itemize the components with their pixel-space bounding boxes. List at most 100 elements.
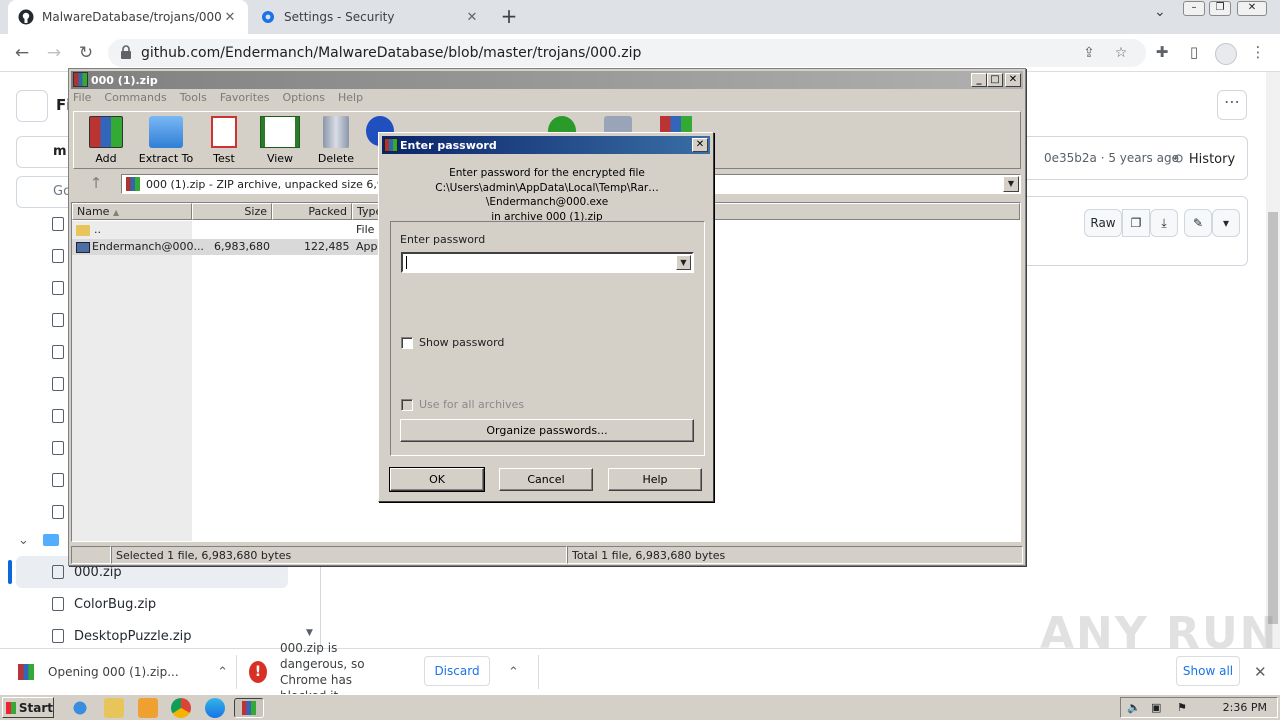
download-bar: Opening 000 (1).zip... ⌃ ! 000.zip is da… — [0, 641, 1280, 703]
raw-button[interactable]: Raw — [1084, 209, 1122, 237]
menu-file[interactable]: File — [73, 91, 91, 109]
help-button[interactable]: Help — [608, 468, 702, 491]
up-folder-arrow-icon[interactable]: ↑ — [77, 174, 115, 196]
bookmark-star-icon[interactable]: ☆ — [1112, 45, 1130, 63]
winrar-statusbar: Selected 1 file, 6,983,680 bytes Total 1… — [71, 546, 1023, 564]
download-icon[interactable]: ⤓ — [1150, 209, 1178, 237]
close-tab-icon[interactable]: ✕ — [222, 10, 238, 25]
profile-avatar-icon[interactable] — [1215, 43, 1237, 65]
chrome-menu-icon[interactable]: ⋮ — [1248, 43, 1268, 63]
page-scrollbar[interactable] — [1266, 72, 1280, 648]
test-button[interactable]: Test — [194, 116, 254, 165]
more-options-button[interactable]: ⋯ — [1217, 90, 1247, 120]
back-arrow-icon[interactable]: ← — [11, 42, 33, 64]
list-row-file[interactable]: Endermanch@000... 6,983,680 122,485 Appl — [72, 239, 382, 255]
winrar-task-button[interactable] — [234, 698, 264, 718]
volume-icon[interactable]: 🔈 — [1127, 701, 1141, 714]
collapse-sidebar-icon[interactable] — [16, 90, 48, 122]
forward-arrow-icon[interactable]: → — [43, 42, 65, 64]
show-password-checkbox[interactable]: Show password — [401, 336, 504, 349]
path-dropdown-arrow-icon[interactable]: ▼ — [1003, 176, 1019, 192]
branch-selector[interactable]: m — [16, 136, 76, 168]
chevron-up-icon[interactable]: ⌃ — [508, 649, 519, 695]
close-download-bar-icon[interactable]: ✕ — [1254, 649, 1267, 695]
separator — [236, 655, 237, 689]
new-tab-button[interactable]: + — [498, 6, 520, 28]
file-icon — [52, 345, 64, 359]
menu-favorites[interactable]: Favorites — [220, 91, 270, 109]
show-all-button[interactable]: Show all — [1176, 656, 1240, 686]
winrar-app-icon — [242, 701, 256, 715]
view-book-icon — [260, 116, 300, 148]
winrar-maximize-button[interactable]: □ — [987, 73, 1003, 87]
action-center-flag-icon[interactable]: ⚑ — [1177, 701, 1187, 714]
tab-github[interactable]: MalwareDatabase/trojans/000.zip at ✕ — [8, 0, 248, 34]
col-name[interactable]: Name ▲ — [72, 203, 192, 220]
tree-file-item[interactable]: ColorBug.zip — [0, 588, 300, 620]
restore-button[interactable]: ❐ — [1209, 1, 1231, 16]
menu-tools[interactable]: Tools — [180, 91, 207, 109]
col-packed[interactable]: Packed — [272, 203, 352, 220]
tree-scroll-down-icon[interactable]: ▼ — [306, 628, 313, 638]
menu-commands[interactable]: Commands — [104, 91, 166, 109]
share-icon[interactable]: ⇪ — [1080, 45, 1098, 63]
file-icon — [52, 505, 64, 519]
add-button[interactable]: Add — [76, 116, 136, 165]
winrar-titlebar: 000 (1).zip _ □ ✕ — [71, 71, 1023, 89]
extract-to-button[interactable]: Extract To — [136, 116, 196, 165]
edge-icon[interactable] — [205, 698, 225, 718]
winrar-minimize-button[interactable]: _ — [971, 73, 987, 87]
col-size[interactable]: Size — [192, 203, 272, 220]
commit-info: 0e35b2a · 5 years ago — [1044, 151, 1179, 165]
archive-icon — [126, 177, 140, 191]
menu-options[interactable]: Options — [283, 91, 325, 109]
side-panel-icon[interactable]: ▯ — [1184, 43, 1204, 63]
discard-button[interactable]: Discard — [424, 656, 490, 686]
latest-commit-box: 0e35b2a · 5 years ago ⟲ History — [1018, 136, 1248, 180]
menu-help[interactable]: Help — [338, 91, 363, 109]
delete-button[interactable]: Delete — [306, 116, 366, 165]
file-icon — [52, 409, 64, 423]
reload-icon[interactable]: ↻ — [75, 42, 97, 64]
organize-passwords-button[interactable]: Organize passwords... — [400, 419, 694, 442]
network-icon[interactable]: ▣ — [1151, 701, 1161, 714]
view-button[interactable]: View — [250, 116, 310, 165]
edit-dropdown-chevron-icon[interactable]: ▾ — [1212, 209, 1240, 237]
password-input[interactable]: ▼ — [401, 252, 694, 273]
cancel-button[interactable]: Cancel — [499, 468, 593, 491]
tab-settings[interactable]: Settings - Security ✕ — [250, 0, 490, 34]
file-icon — [52, 313, 64, 327]
file-search-input[interactable]: Go — [16, 176, 76, 208]
edit-pencil-icon[interactable]: ✎ — [1184, 209, 1212, 237]
test-clipboard-icon — [211, 116, 237, 148]
media-player-icon[interactable] — [138, 698, 158, 718]
status-selected: Selected 1 file, 6,983,680 bytes — [111, 546, 567, 564]
drive-status-icon — [71, 546, 111, 564]
password-dropdown-arrow-icon[interactable]: ▼ — [676, 255, 691, 270]
internet-explorer-icon[interactable] — [70, 698, 90, 718]
tab-search-chevron-icon[interactable]: ⌄ — [1154, 4, 1166, 20]
file-icon — [52, 629, 64, 643]
scrollbar-thumb[interactable] — [1268, 212, 1278, 624]
name-column-shading — [72, 221, 192, 541]
extensions-puzzle-icon[interactable]: ✚ — [1152, 43, 1172, 63]
address-bar[interactable]: github.com/Endermanch/MalwareDatabase/bl… — [108, 39, 1146, 67]
file-name: ColorBug.zip — [74, 596, 157, 612]
history-button[interactable]: ⟲ History — [1172, 145, 1235, 173]
close-window-button[interactable]: ✕ — [1237, 1, 1267, 16]
copy-icon[interactable]: ❐ — [1122, 209, 1150, 237]
start-button[interactable]: Start — [2, 697, 54, 718]
dialog-close-button[interactable]: ✕ — [692, 138, 708, 152]
chevron-up-icon[interactable]: ⌃ — [217, 665, 228, 680]
close-tab-icon[interactable]: ✕ — [464, 10, 480, 25]
chrome-icon[interactable] — [171, 698, 191, 718]
folder-icon — [76, 225, 90, 236]
ok-button[interactable]: OK — [389, 467, 485, 492]
download-item-opening[interactable]: Opening 000 (1).zip... ⌃ — [18, 649, 228, 695]
winrar-close-button[interactable]: ✕ — [1005, 73, 1021, 87]
dialog-title: Enter password — [400, 138, 497, 152]
explorer-folder-icon[interactable] — [104, 698, 124, 718]
use-for-all-archives-checkbox[interactable]: Use for all archives — [401, 398, 524, 411]
download-item-blocked[interactable]: ! 000.zip is dangerous, so Chrome has bl… — [249, 641, 399, 703]
minimize-button[interactable]: – — [1183, 1, 1205, 16]
